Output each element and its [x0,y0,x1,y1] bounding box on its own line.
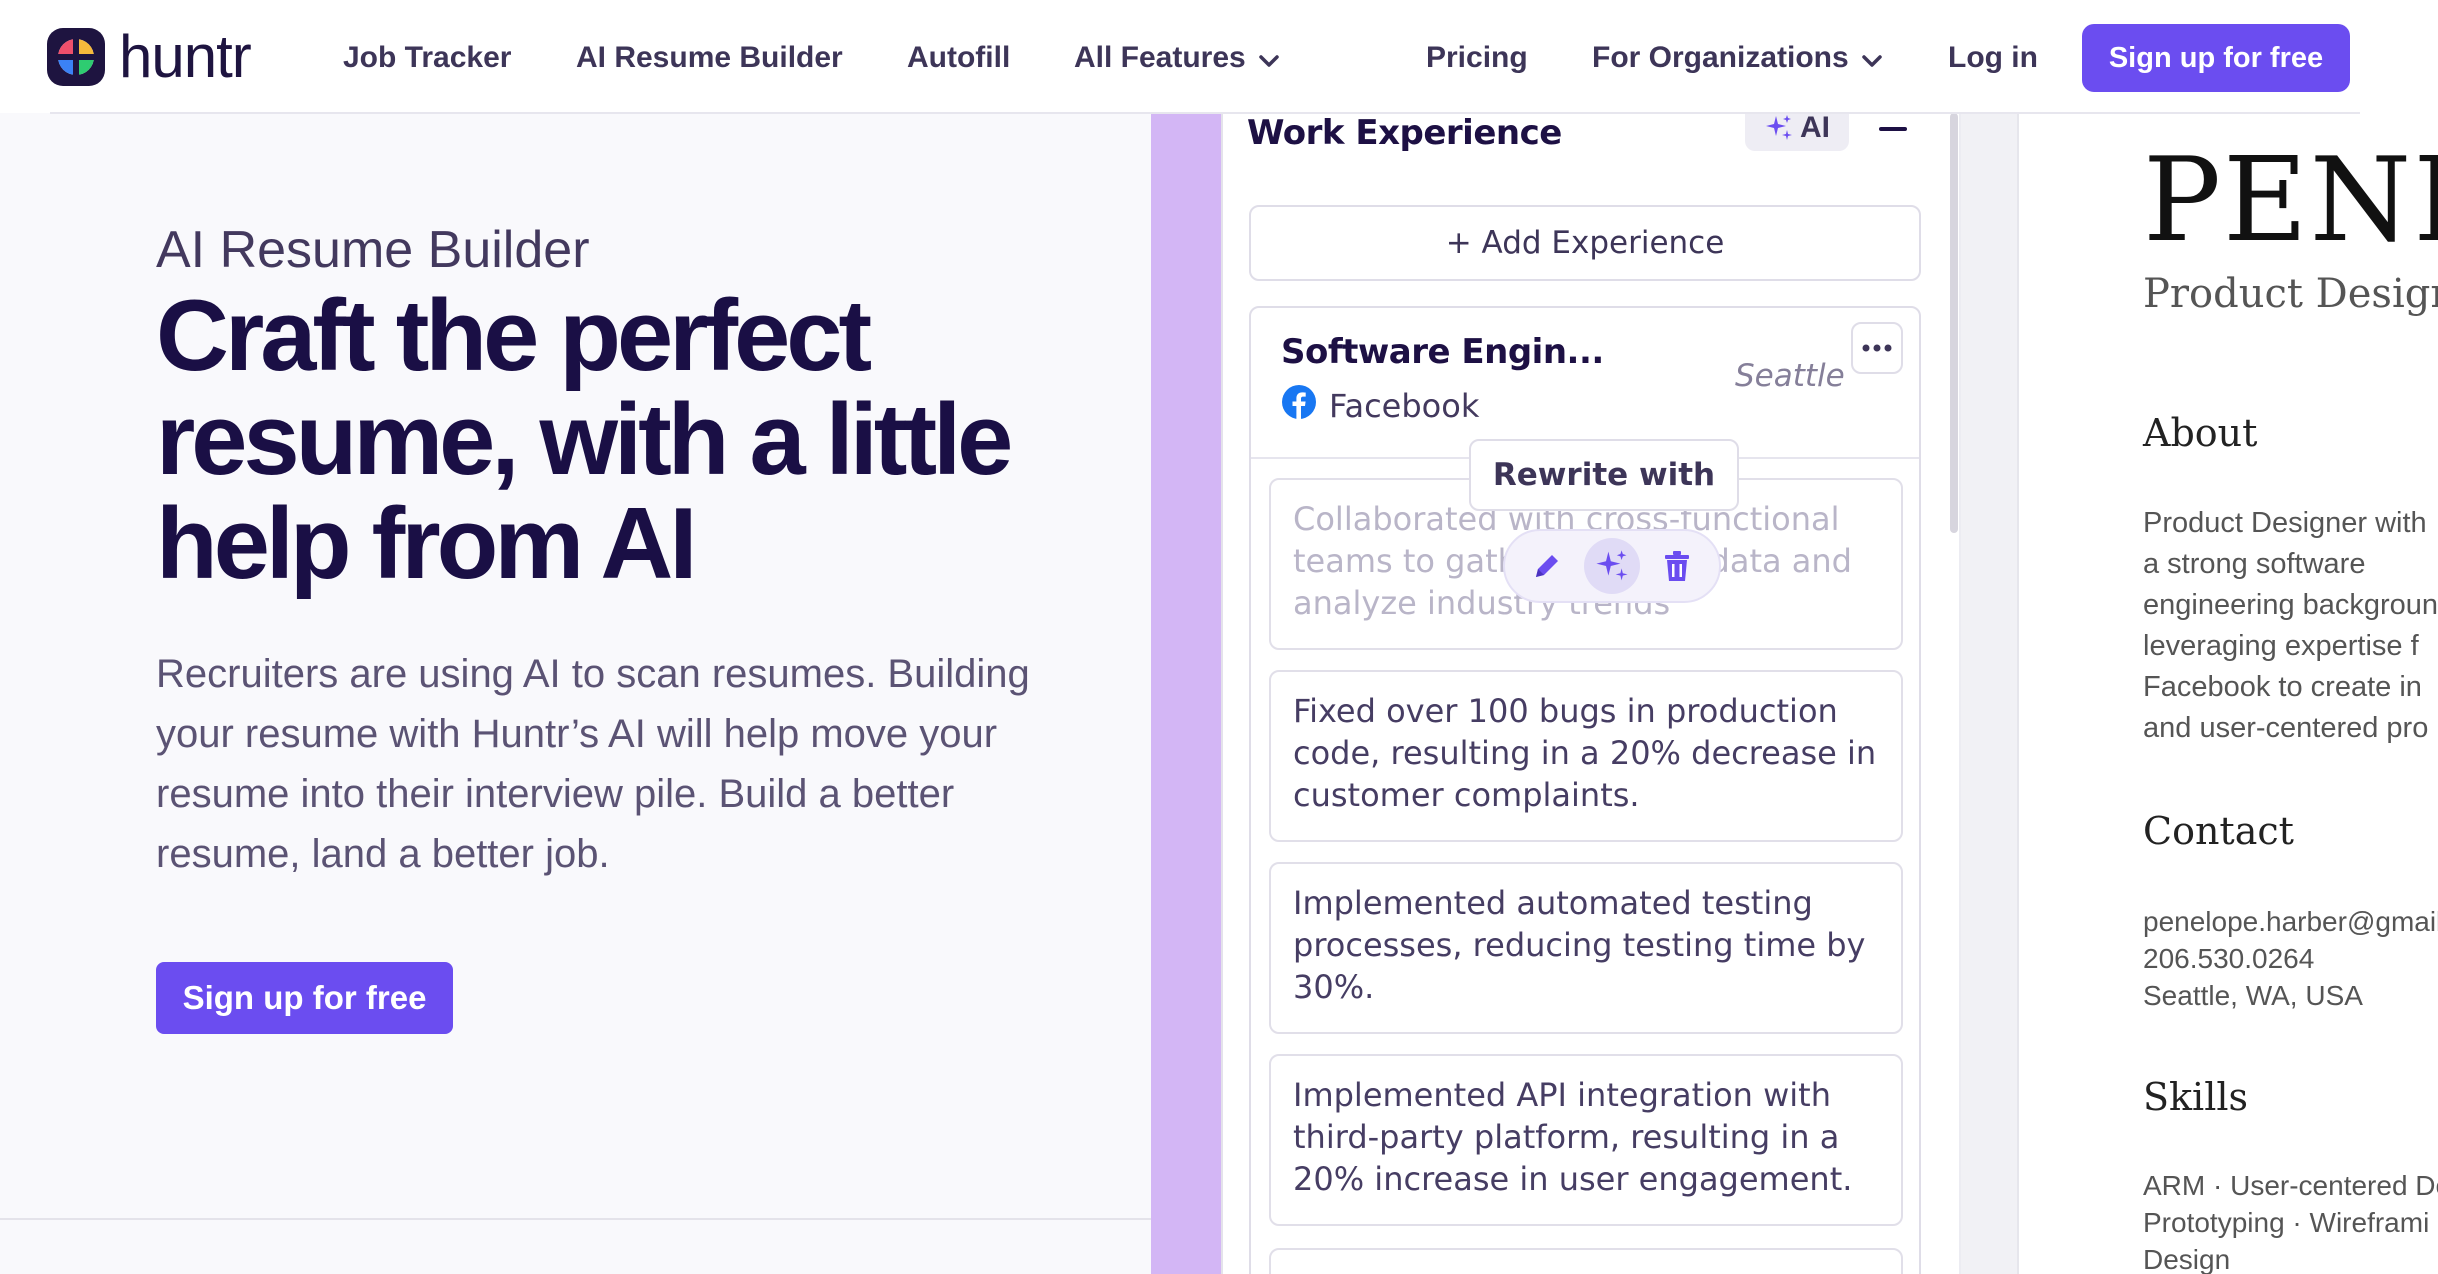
editor-scrollbar[interactable] [1950,113,1958,533]
sparkle-icon [1766,115,1792,140]
bullet-action-toolbar [1503,529,1721,603]
resume-role: Product Designer [2143,271,2438,317]
nav-for-organizations[interactable]: For Organizations [1592,38,1883,79]
about-line: and user-centered pro [2143,712,2429,744]
about-line: Facebook to create in [2143,671,2422,703]
chevron-down-icon [1258,39,1280,79]
job-title[interactable]: Software Engin... [1281,332,1604,372]
about-line: engineering background [2143,589,2438,621]
nav-log-in[interactable]: Log in [1948,38,2038,78]
rewrite-sparkle-icon[interactable] [1583,538,1640,594]
experience-bullet[interactable]: Implemented automated testing processes,… [1269,862,1903,1034]
add-experience-button[interactable]: + Add Experience [1249,205,1921,281]
skills-line: Design [2143,1244,2231,1274]
chevron-down-icon [1861,39,1883,79]
about-line: leveraging expertise f [2143,630,2419,662]
skills-heading: Skills [2143,1075,2249,1119]
ai-assist-button[interactable]: AI [1745,113,1849,151]
logo-mark-icon [47,28,105,86]
nav-job-tracker[interactable]: Job Tracker [343,38,511,78]
nav-for-organizations-label: For Organizations [1592,41,1849,74]
sidebar-accent-strip [1151,113,1221,1274]
company: Facebook [1281,384,1479,428]
trash-icon[interactable] [1649,538,1705,594]
huntr-logo[interactable]: huntr [47,23,252,90]
experience-bullet[interactable]: Implemented API integration with third-p… [1269,1054,1903,1226]
contact-phone: 206.530.0264 [2143,943,2315,974]
nav-divider [50,112,2360,114]
contact-heading: Contact [2143,809,2294,853]
job-location: Seattle [1735,358,1845,394]
hero-body: Recruiters are using AI to scan resumes.… [156,652,1030,876]
nav-ai-resume-builder[interactable]: AI Resume Builder [576,38,843,78]
nav-all-features-label: All Features [1074,41,1246,74]
about-heading: About [2143,411,2258,455]
resume-preview: PENELOPE Product Designer About Product … [1961,113,2438,1274]
experience-bullet-partial[interactable] [1269,1248,1903,1274]
resume-name: PENELOPE [2143,133,2438,268]
minus-icon[interactable] [1879,127,1907,131]
logo-text: huntr [119,23,252,90]
experience-card: Software Engin... Facebook Seattle Colla… [1249,306,1921,1274]
about-line: Product Designer with [2143,507,2427,539]
more-icon[interactable] [1851,322,1903,374]
contact-email: penelope.harber@gmail [2143,906,2438,937]
skills-line: ARM · User-centered De [2143,1170,2438,1201]
nav-autofill[interactable]: Autofill [907,38,1010,78]
work-experience-heading: Work Experience [1247,113,1562,153]
top-nav: huntr Job Tracker AI Resume Builder Auto… [0,0,2438,113]
resume-editor-panel: Work Experience AI + Add Experience Soft… [1221,113,1961,1274]
company-name: Facebook [1329,387,1480,425]
hero-eyebrow: AI Resume Builder [156,221,590,279]
section-divider [0,1218,1152,1220]
about-line: a strong software [2143,548,2366,580]
hero-signup-button[interactable]: Sign up for free [156,962,453,1034]
hero-title: Craft the perfect resume, with a little … [156,280,1013,600]
experience-bullet[interactable]: Fixed over 100 bugs in production code, … [1269,670,1903,842]
nav-signup-button[interactable]: Sign up for free [2082,24,2350,92]
nav-all-features[interactable]: All Features [1074,38,1280,79]
contact-location: Seattle, WA, USA [2143,980,2363,1011]
rewrite-tooltip: Rewrite with AI [1469,439,1739,561]
ai-chip-label: AI [1800,113,1830,144]
facebook-icon [1281,384,1317,428]
skills-line: Prototyping · Wireframi [2143,1207,2430,1238]
pencil-icon[interactable] [1519,538,1575,594]
nav-pricing[interactable]: Pricing [1426,38,1528,78]
